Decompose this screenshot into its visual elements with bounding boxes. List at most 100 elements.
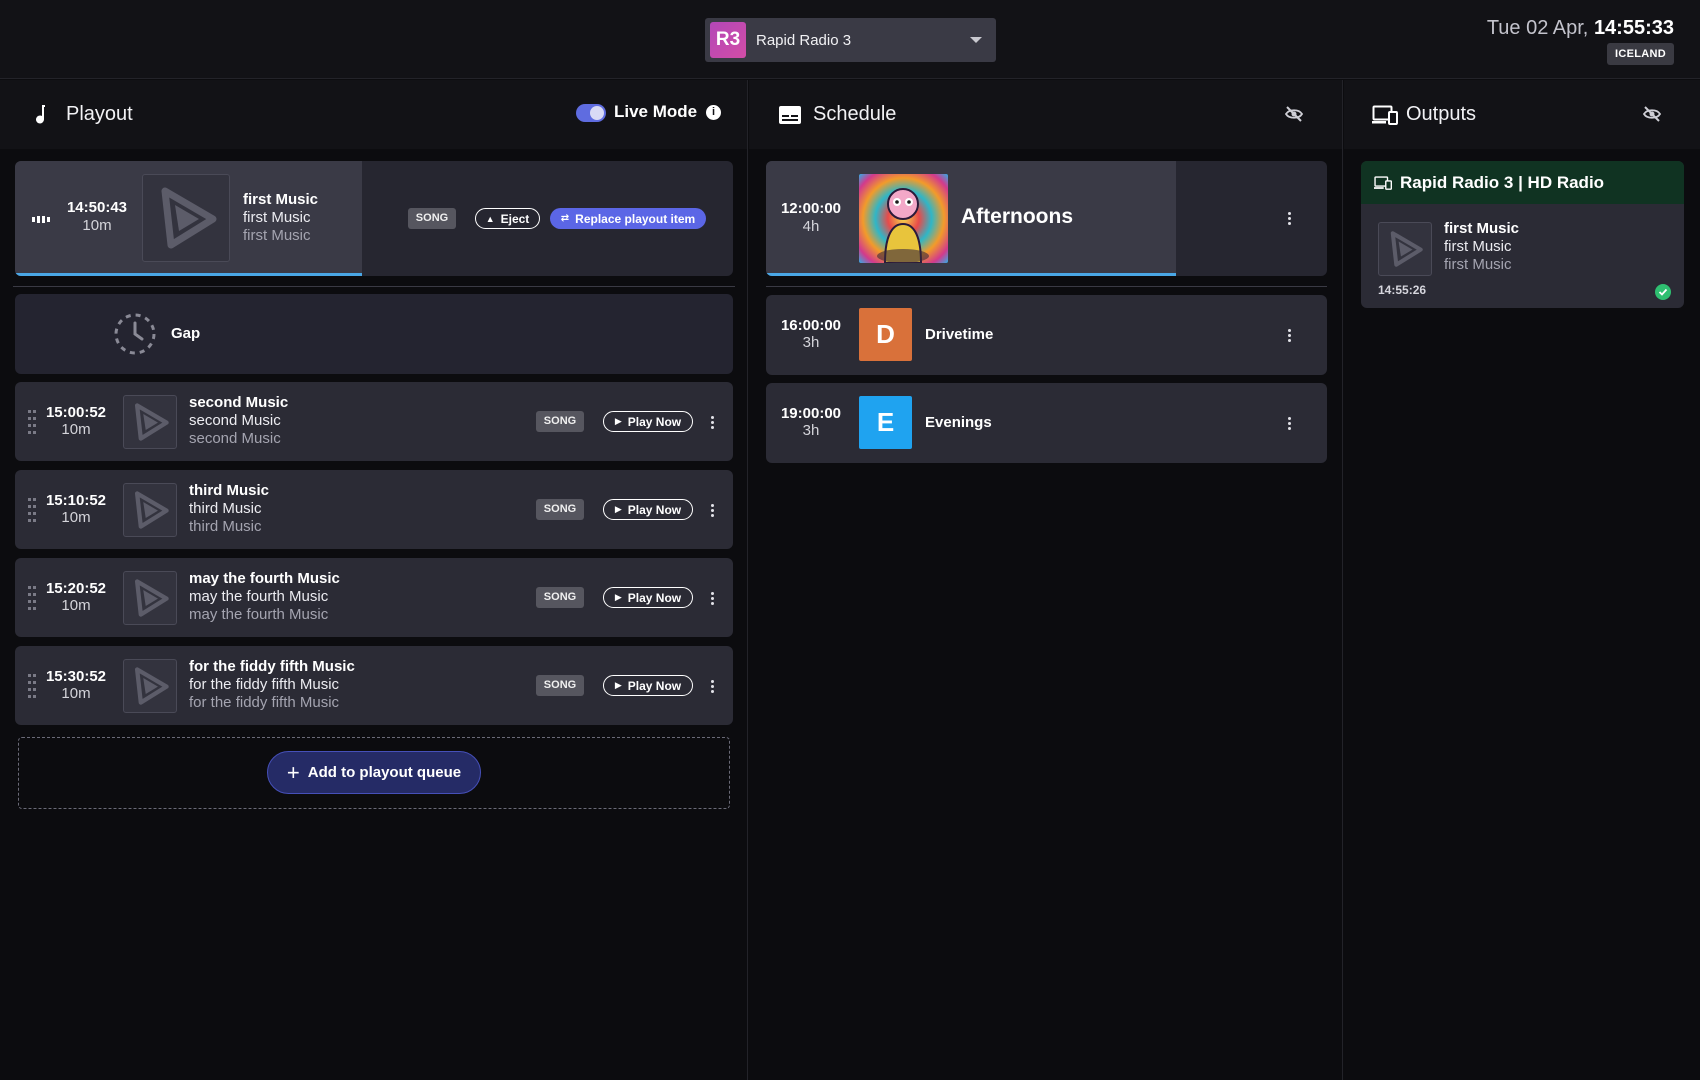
- item-time: 15:00:52: [45, 404, 107, 421]
- queue-item: 15:20:52 10m may the fourth Music may th…: [15, 558, 733, 637]
- track-artist: third Music: [189, 500, 262, 517]
- more-menu-icon[interactable]: [704, 412, 720, 432]
- show-title: Evenings: [925, 414, 992, 431]
- play-now-button[interactable]: ▶ Play Now: [603, 587, 693, 608]
- clock-dashed-icon: [114, 313, 156, 355]
- add-to-queue-dropzone[interactable]: + Add to playout queue: [18, 737, 730, 809]
- type-badge: SONG: [536, 499, 584, 520]
- play-logo-icon: [134, 491, 169, 529]
- show-duration: 3h: [802, 334, 820, 351]
- item-time: 15:30:52: [45, 668, 107, 685]
- track-artwork: [123, 659, 177, 713]
- show-time: 12:00:00: [780, 200, 842, 217]
- track-artist: first Music: [243, 209, 311, 226]
- play-logo-icon: [1390, 231, 1423, 267]
- track-artwork: [142, 174, 230, 262]
- track-album: for the fiddy fifth Music: [189, 694, 340, 711]
- schedule-header: Schedule: [749, 80, 1342, 149]
- plus-icon: +: [286, 759, 300, 785]
- track-album: may the fourth Music: [189, 606, 329, 623]
- track-title: first Music: [243, 191, 319, 208]
- item-time: 15:20:52: [45, 580, 107, 597]
- output-header: Rapid Radio 3 | HD Radio: [1361, 161, 1684, 204]
- track-title: second Music: [189, 394, 289, 411]
- clock: Tue 02 Apr, 14:55:33: [1487, 17, 1674, 40]
- track-artist: second Music: [189, 412, 281, 429]
- more-menu-icon[interactable]: [1281, 325, 1297, 345]
- more-menu-icon[interactable]: [1281, 413, 1297, 433]
- eject-button[interactable]: ▲ Eject: [475, 208, 540, 229]
- item-duration: 10m: [61, 421, 91, 438]
- station-select[interactable]: R3 Rapid Radio 3: [705, 18, 996, 62]
- show-title: Afternoons: [961, 205, 1073, 228]
- swap-icon: ⇄: [560, 213, 570, 224]
- clock-time: 14:55:33: [1593, 17, 1674, 39]
- timezone-badge: ICELAND: [1607, 43, 1674, 65]
- play-icon: ▶: [614, 592, 622, 602]
- track-title: may the fourth Music: [189, 570, 340, 587]
- chevron-down-icon: [970, 37, 982, 43]
- track-artwork: [1378, 222, 1432, 276]
- track-album: first Music: [243, 227, 311, 244]
- queue-item: 15:30:52 10m for the fiddy fifth Music f…: [15, 646, 733, 725]
- show-title: Drivetime: [925, 326, 994, 343]
- type-badge: SONG: [536, 675, 584, 696]
- gap-item: Gap: [15, 294, 733, 374]
- item-duration: 10m: [82, 217, 112, 234]
- show-avatar: E: [859, 396, 912, 449]
- show-time: 16:00:00: [780, 317, 842, 334]
- music-note-icon: [32, 104, 54, 126]
- more-menu-icon[interactable]: [704, 500, 720, 520]
- eye-off-icon[interactable]: [1284, 104, 1304, 124]
- play-icon: ▶: [614, 504, 622, 514]
- gap-label: Gap: [171, 325, 201, 342]
- play-icon: ▶: [614, 680, 622, 690]
- outputs-header: Outputs: [1344, 80, 1700, 149]
- eye-off-icon[interactable]: [1642, 104, 1662, 124]
- station-logo: R3: [710, 22, 746, 58]
- replace-playout-item-button[interactable]: ⇄ Replace playout item: [550, 208, 706, 229]
- schedule-icon: [779, 104, 801, 126]
- schedule-item: 16:00:00 3h D Drivetime: [766, 295, 1327, 375]
- play-now-button[interactable]: ▶ Play Now: [603, 499, 693, 520]
- playing-equalizer-icon: [32, 216, 50, 223]
- info-icon[interactable]: i: [706, 105, 721, 120]
- type-badge: SONG: [536, 587, 584, 608]
- play-logo-icon: [134, 403, 169, 441]
- track-album: first Music: [1444, 256, 1512, 273]
- schedule-item-current: 12:00:00 4h Afternoons: [766, 161, 1327, 276]
- add-to-playout-queue-button[interactable]: + Add to playout queue: [267, 751, 481, 794]
- item-duration: 10m: [61, 509, 91, 526]
- schedule-panel: Schedule 12:00:00 4h Afternoons 16:00:00…: [749, 80, 1343, 1080]
- devices-icon: [1374, 175, 1392, 190]
- live-mode-toggle[interactable]: [576, 104, 606, 122]
- more-menu-icon[interactable]: [704, 588, 720, 608]
- type-badge: SONG: [536, 411, 584, 432]
- more-menu-icon[interactable]: [1281, 208, 1297, 228]
- track-title: first Music: [1444, 220, 1520, 237]
- devices-icon: [1372, 104, 1398, 126]
- show-duration: 3h: [802, 422, 820, 439]
- divider: [13, 286, 735, 287]
- more-menu-icon[interactable]: [704, 676, 720, 696]
- play-logo-icon: [161, 187, 217, 249]
- item-time: 14:50:43: [66, 199, 128, 216]
- show-artwork: [859, 174, 948, 263]
- output-time: 14:55:26: [1378, 283, 1427, 297]
- show-duration: 4h: [802, 218, 820, 235]
- track-artwork: [123, 571, 177, 625]
- playout-header: Playout Live Mode i: [0, 80, 747, 149]
- item-duration: 10m: [61, 685, 91, 702]
- schedule-item: 19:00:00 3h E Evenings: [766, 383, 1327, 463]
- queue-item: 15:00:52 10m second Music second Music s…: [15, 382, 733, 461]
- track-title: for the fiddy fifth Music: [189, 658, 355, 675]
- track-artwork: [123, 395, 177, 449]
- top-bar: R3 Rapid Radio 3 Tue 02 Apr, 14:55:33 IC…: [0, 0, 1700, 79]
- play-now-button[interactable]: ▶ Play Now: [603, 411, 693, 432]
- outputs-panel: Outputs Rapid Radio 3 | HD Radio first M…: [1344, 80, 1700, 1080]
- queue-item: 15:10:52 10m third Music third Music thi…: [15, 470, 733, 549]
- outputs-title: Outputs: [1406, 103, 1477, 125]
- play-now-button[interactable]: ▶ Play Now: [603, 675, 693, 696]
- track-artist: may the fourth Music: [189, 588, 329, 605]
- play-logo-icon: [134, 667, 169, 705]
